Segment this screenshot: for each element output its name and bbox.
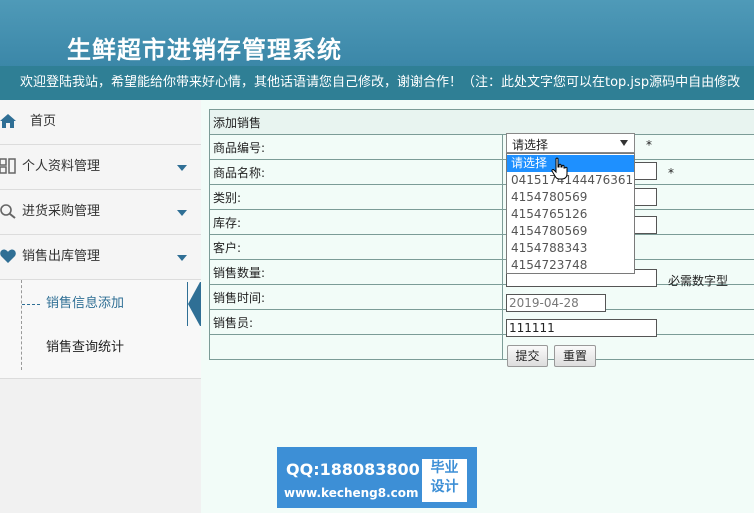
sidebar-item-sales[interactable]: 销售出库管理 (0, 235, 201, 280)
home-icon (0, 114, 16, 128)
welcome-marquee: 欢迎登陆我站，希望能给你带来好心情，其他话语请您自己修改，谢谢合作！（注：此处文… (0, 66, 754, 100)
search-icon (0, 204, 16, 219)
cell (209, 334, 503, 360)
hand-cursor-icon (551, 157, 568, 180)
submenu-item-label: 销售查询统计 (46, 340, 125, 355)
form-caption: 添加销售 (209, 109, 754, 135)
dropdown-option[interactable]: 4154765126 (507, 206, 634, 223)
watermark-box-line: 设计 (430, 479, 459, 495)
sidebar-item-purchase[interactable]: 进货采购管理 (0, 190, 201, 235)
label-stock: 库存: (209, 209, 503, 235)
quantity-hint: 必需数字型 (668, 274, 729, 288)
watermark-badge: QQ:188083800 www.kecheng8.com 毕业 设计 (277, 447, 477, 508)
sales-form-table: 添加销售 商品编号: 商品名称: 类别: 库存: 客户: 销售数量: 销售时间:… (209, 109, 754, 360)
product-code-select[interactable]: 请选择 (506, 133, 635, 153)
label-customer: 客户: (209, 234, 503, 260)
submenu-item-sales-query[interactable]: 销售查询统计 (0, 326, 201, 370)
watermark-box: 毕业 设计 (422, 459, 467, 502)
submenu-item-sales-add[interactable]: 销售信息添加 (0, 282, 201, 326)
watermark-box-line: 毕业 (430, 460, 459, 476)
header-banner: 生鲜超市进销存管理系统 (0, 0, 754, 66)
label-category: 类别: (209, 184, 503, 210)
marquee-text: 欢迎登陆我站，希望能给你带来好心情，其他话语请您自己修改，谢谢合作！（注：此处文… (20, 75, 741, 90)
submenu-item-label: 销售信息添加 (46, 296, 125, 311)
select-value: 请选择 (512, 138, 549, 152)
tree-connector (22, 304, 40, 305)
label-sale-time: 销售时间: (209, 284, 503, 310)
reset-button[interactable]: 重置 (554, 345, 596, 367)
grid-icon (0, 158, 16, 174)
chevron-down-icon (177, 255, 187, 261)
dropdown-option[interactable]: 4154723748 (507, 257, 634, 273)
dropdown-option[interactable]: 0415174144476361 (507, 172, 634, 189)
active-indicator (187, 282, 201, 326)
sidebar-item-label: 个人资料管理 (22, 159, 101, 174)
required-mark: * (646, 138, 652, 152)
required-mark: * (668, 166, 674, 180)
watermark-url: www.kecheng8.com (284, 486, 419, 500)
sidebar-item-label: 首页 (30, 114, 57, 129)
sidebar-item-label: 销售出库管理 (22, 249, 101, 264)
dropdown-option[interactable]: 4154788343 (507, 240, 634, 257)
dropdown-option[interactable]: 请选择 (507, 155, 634, 172)
chevron-down-icon (177, 165, 187, 171)
label-product-name: 商品名称: (209, 159, 503, 185)
watermark-qq: QQ:188083800 (286, 460, 420, 479)
dropdown-option[interactable]: 4154780569 (507, 223, 634, 240)
chevron-down-icon (177, 210, 187, 216)
seller-field[interactable]: 111111 (506, 319, 657, 337)
heart-icon (0, 249, 16, 263)
product-code-dropdown[interactable]: 请选择 0415174144476361 4154780569 41547651… (506, 153, 635, 274)
sidebar: 首页 个人资料管理 进货采购管理 销售出库管理 销售信息添加 销售查询统计 (0, 100, 201, 513)
label-seller: 销售员: (209, 309, 503, 335)
sidebar-item-home[interactable]: 首页 (0, 100, 201, 145)
sidebar-item-profile[interactable]: 个人资料管理 (0, 145, 201, 190)
sale-time-field[interactable]: 2019-04-28 (506, 294, 606, 312)
dropdown-option[interactable]: 4154780569 (507, 189, 634, 206)
label-quantity: 销售数量: (209, 259, 503, 285)
chevron-down-icon[interactable] (620, 140, 628, 146)
label-product-code: 商品编号: (209, 134, 503, 160)
sales-submenu: 销售信息添加 销售查询统计 (0, 280, 201, 379)
app-title: 生鲜超市进销存管理系统 (67, 36, 342, 64)
submit-button[interactable]: 提交 (507, 345, 548, 367)
sidebar-item-label: 进货采购管理 (22, 204, 101, 219)
